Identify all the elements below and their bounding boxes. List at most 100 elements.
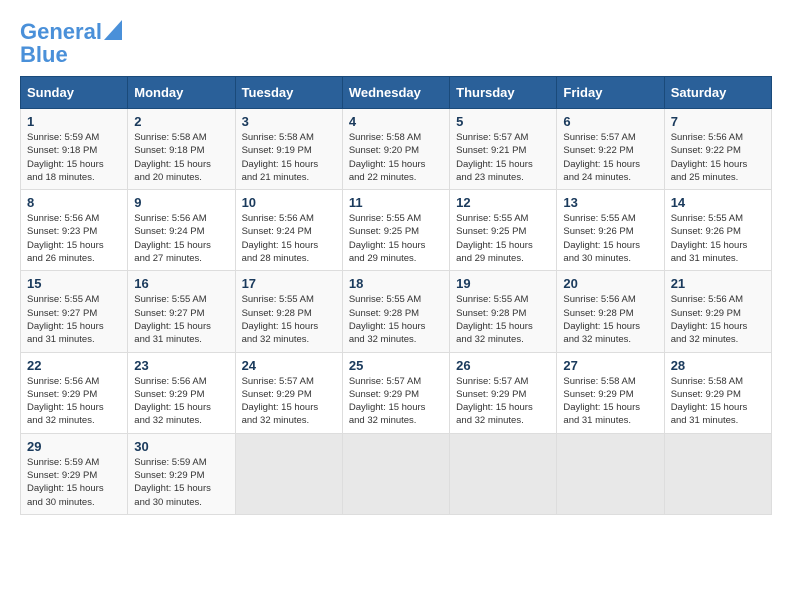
table-row: 5 Sunrise: 5:57 AM Sunset: 9:21 PM Daylig… xyxy=(450,109,557,190)
day-number: 14 xyxy=(671,195,765,210)
day-info: Sunrise: 5:56 AM Sunset: 9:24 PM Dayligh… xyxy=(242,212,336,265)
day-info: Sunrise: 5:56 AM Sunset: 9:29 PM Dayligh… xyxy=(27,375,121,428)
day-number: 21 xyxy=(671,276,765,291)
table-row: 4 Sunrise: 5:58 AM Sunset: 9:20 PM Daylig… xyxy=(342,109,449,190)
table-row: 29 Sunrise: 5:59 AM Sunset: 9:29 PM Dayli… xyxy=(21,433,128,514)
logo-text-blue: Blue xyxy=(20,44,122,66)
table-row: 26 Sunrise: 5:57 AM Sunset: 9:29 PM Dayli… xyxy=(450,352,557,433)
table-row: 30 Sunrise: 5:59 AM Sunset: 9:29 PM Dayli… xyxy=(128,433,235,514)
table-row: 17 Sunrise: 5:55 AM Sunset: 9:28 PM Dayli… xyxy=(235,271,342,352)
day-number: 29 xyxy=(27,439,121,454)
day-number: 5 xyxy=(456,114,550,129)
day-info: Sunrise: 5:59 AM Sunset: 9:29 PM Dayligh… xyxy=(27,456,121,509)
table-row: 8 Sunrise: 5:56 AM Sunset: 9:23 PM Daylig… xyxy=(21,190,128,271)
day-info: Sunrise: 5:57 AM Sunset: 9:29 PM Dayligh… xyxy=(349,375,443,428)
day-number: 25 xyxy=(349,358,443,373)
calendar-table: SundayMondayTuesdayWednesdayThursdayFrid… xyxy=(20,76,772,515)
table-row xyxy=(557,433,664,514)
table-row: 21 Sunrise: 5:56 AM Sunset: 9:29 PM Dayli… xyxy=(664,271,771,352)
day-info: Sunrise: 5:58 AM Sunset: 9:20 PM Dayligh… xyxy=(349,131,443,184)
header: General Blue xyxy=(20,20,772,66)
table-row: 7Sunrise: 5:56 AM Sunset: 9:22 PM Daylig… xyxy=(664,109,771,190)
day-info: Sunrise: 5:57 AM Sunset: 9:29 PM Dayligh… xyxy=(242,375,336,428)
day-info: Sunrise: 5:59 AM Sunset: 9:29 PM Dayligh… xyxy=(134,456,228,509)
day-number: 27 xyxy=(563,358,657,373)
day-number: 15 xyxy=(27,276,121,291)
day-info: Sunrise: 5:57 AM Sunset: 9:21 PM Dayligh… xyxy=(456,131,550,184)
col-header-thursday: Thursday xyxy=(450,77,557,109)
day-info: Sunrise: 5:55 AM Sunset: 9:26 PM Dayligh… xyxy=(671,212,765,265)
day-number: 28 xyxy=(671,358,765,373)
day-number: 8 xyxy=(27,195,121,210)
table-row: 1Sunrise: 5:59 AM Sunset: 9:18 PM Daylig… xyxy=(21,109,128,190)
col-header-friday: Friday xyxy=(557,77,664,109)
day-number: 26 xyxy=(456,358,550,373)
table-row: 13 Sunrise: 5:55 AM Sunset: 9:26 PM Dayli… xyxy=(557,190,664,271)
day-info: Sunrise: 5:58 AM Sunset: 9:29 PM Dayligh… xyxy=(563,375,657,428)
table-row: 3 Sunrise: 5:58 AM Sunset: 9:19 PM Daylig… xyxy=(235,109,342,190)
day-info: Sunrise: 5:57 AM Sunset: 9:29 PM Dayligh… xyxy=(456,375,550,428)
table-row: 11Sunrise: 5:55 AM Sunset: 9:25 PM Dayli… xyxy=(342,190,449,271)
table-row: 9Sunrise: 5:56 AM Sunset: 9:24 PM Daylig… xyxy=(128,190,235,271)
table-row xyxy=(235,433,342,514)
day-number: 3 xyxy=(242,114,336,129)
day-number: 30 xyxy=(134,439,228,454)
logo: General Blue xyxy=(20,20,122,66)
day-number: 19 xyxy=(456,276,550,291)
day-number: 13 xyxy=(563,195,657,210)
day-number: 24 xyxy=(242,358,336,373)
table-row: 28 Sunrise: 5:58 AM Sunset: 9:29 PM Dayli… xyxy=(664,352,771,433)
day-number: 4 xyxy=(349,114,443,129)
day-info: Sunrise: 5:56 AM Sunset: 9:22 PM Dayligh… xyxy=(671,131,765,184)
table-row: 10 Sunrise: 5:56 AM Sunset: 9:24 PM Dayli… xyxy=(235,190,342,271)
table-row: 12 Sunrise: 5:55 AM Sunset: 9:25 PM Dayli… xyxy=(450,190,557,271)
col-header-wednesday: Wednesday xyxy=(342,77,449,109)
table-row xyxy=(664,433,771,514)
table-row: 22 Sunrise: 5:56 AM Sunset: 9:29 PM Dayli… xyxy=(21,352,128,433)
table-row: 20 Sunrise: 5:56 AM Sunset: 9:28 PM Dayli… xyxy=(557,271,664,352)
day-info: Sunrise: 5:55 AM Sunset: 9:27 PM Dayligh… xyxy=(27,293,121,346)
day-number: 6 xyxy=(563,114,657,129)
day-info: Sunrise: 5:56 AM Sunset: 9:24 PM Dayligh… xyxy=(134,212,228,265)
day-info: Sunrise: 5:58 AM Sunset: 9:19 PM Dayligh… xyxy=(242,131,336,184)
day-info: Sunrise: 5:56 AM Sunset: 9:28 PM Dayligh… xyxy=(563,293,657,346)
day-info: Sunrise: 5:55 AM Sunset: 9:25 PM Dayligh… xyxy=(456,212,550,265)
day-number: 10 xyxy=(242,195,336,210)
col-header-sunday: Sunday xyxy=(21,77,128,109)
col-header-tuesday: Tuesday xyxy=(235,77,342,109)
logo-icon xyxy=(104,20,122,40)
col-header-saturday: Saturday xyxy=(664,77,771,109)
day-number: 16 xyxy=(134,276,228,291)
table-row: 23Sunrise: 5:56 AM Sunset: 9:29 PM Dayli… xyxy=(128,352,235,433)
day-info: Sunrise: 5:55 AM Sunset: 9:26 PM Dayligh… xyxy=(563,212,657,265)
table-row: 18 Sunrise: 5:55 AM Sunset: 9:28 PM Dayli… xyxy=(342,271,449,352)
day-number: 12 xyxy=(456,195,550,210)
logo-text: General xyxy=(20,21,102,43)
day-info: Sunrise: 5:55 AM Sunset: 9:25 PM Dayligh… xyxy=(349,212,443,265)
day-info: Sunrise: 5:58 AM Sunset: 9:29 PM Dayligh… xyxy=(671,375,765,428)
table-row: 19 Sunrise: 5:55 AM Sunset: 9:28 PM Dayli… xyxy=(450,271,557,352)
table-row: 16 Sunrise: 5:55 AM Sunset: 9:27 PM Dayli… xyxy=(128,271,235,352)
table-row: 24 Sunrise: 5:57 AM Sunset: 9:29 PM Dayli… xyxy=(235,352,342,433)
day-info: Sunrise: 5:58 AM Sunset: 9:18 PM Dayligh… xyxy=(134,131,228,184)
day-info: Sunrise: 5:59 AM Sunset: 9:18 PM Dayligh… xyxy=(27,131,121,184)
day-number: 17 xyxy=(242,276,336,291)
table-row: 27 Sunrise: 5:58 AM Sunset: 9:29 PM Dayli… xyxy=(557,352,664,433)
table-row xyxy=(450,433,557,514)
day-number: 20 xyxy=(563,276,657,291)
day-info: Sunrise: 5:55 AM Sunset: 9:27 PM Dayligh… xyxy=(134,293,228,346)
table-row xyxy=(342,433,449,514)
day-number: 22 xyxy=(27,358,121,373)
table-row: 6 Sunrise: 5:57 AM Sunset: 9:22 PM Daylig… xyxy=(557,109,664,190)
day-info: Sunrise: 5:57 AM Sunset: 9:22 PM Dayligh… xyxy=(563,131,657,184)
day-number: 18 xyxy=(349,276,443,291)
day-info: Sunrise: 5:56 AM Sunset: 9:29 PM Dayligh… xyxy=(671,293,765,346)
table-row: 14 Sunrise: 5:55 AM Sunset: 9:26 PM Dayli… xyxy=(664,190,771,271)
day-info: Sunrise: 5:55 AM Sunset: 9:28 PM Dayligh… xyxy=(456,293,550,346)
table-row: 15 Sunrise: 5:55 AM Sunset: 9:27 PM Dayli… xyxy=(21,271,128,352)
day-info: Sunrise: 5:56 AM Sunset: 9:29 PM Dayligh… xyxy=(134,375,228,428)
table-row: 2Sunrise: 5:58 AM Sunset: 9:18 PM Daylig… xyxy=(128,109,235,190)
day-info: Sunrise: 5:55 AM Sunset: 9:28 PM Dayligh… xyxy=(242,293,336,346)
day-info: Sunrise: 5:55 AM Sunset: 9:28 PM Dayligh… xyxy=(349,293,443,346)
day-info: Sunrise: 5:56 AM Sunset: 9:23 PM Dayligh… xyxy=(27,212,121,265)
